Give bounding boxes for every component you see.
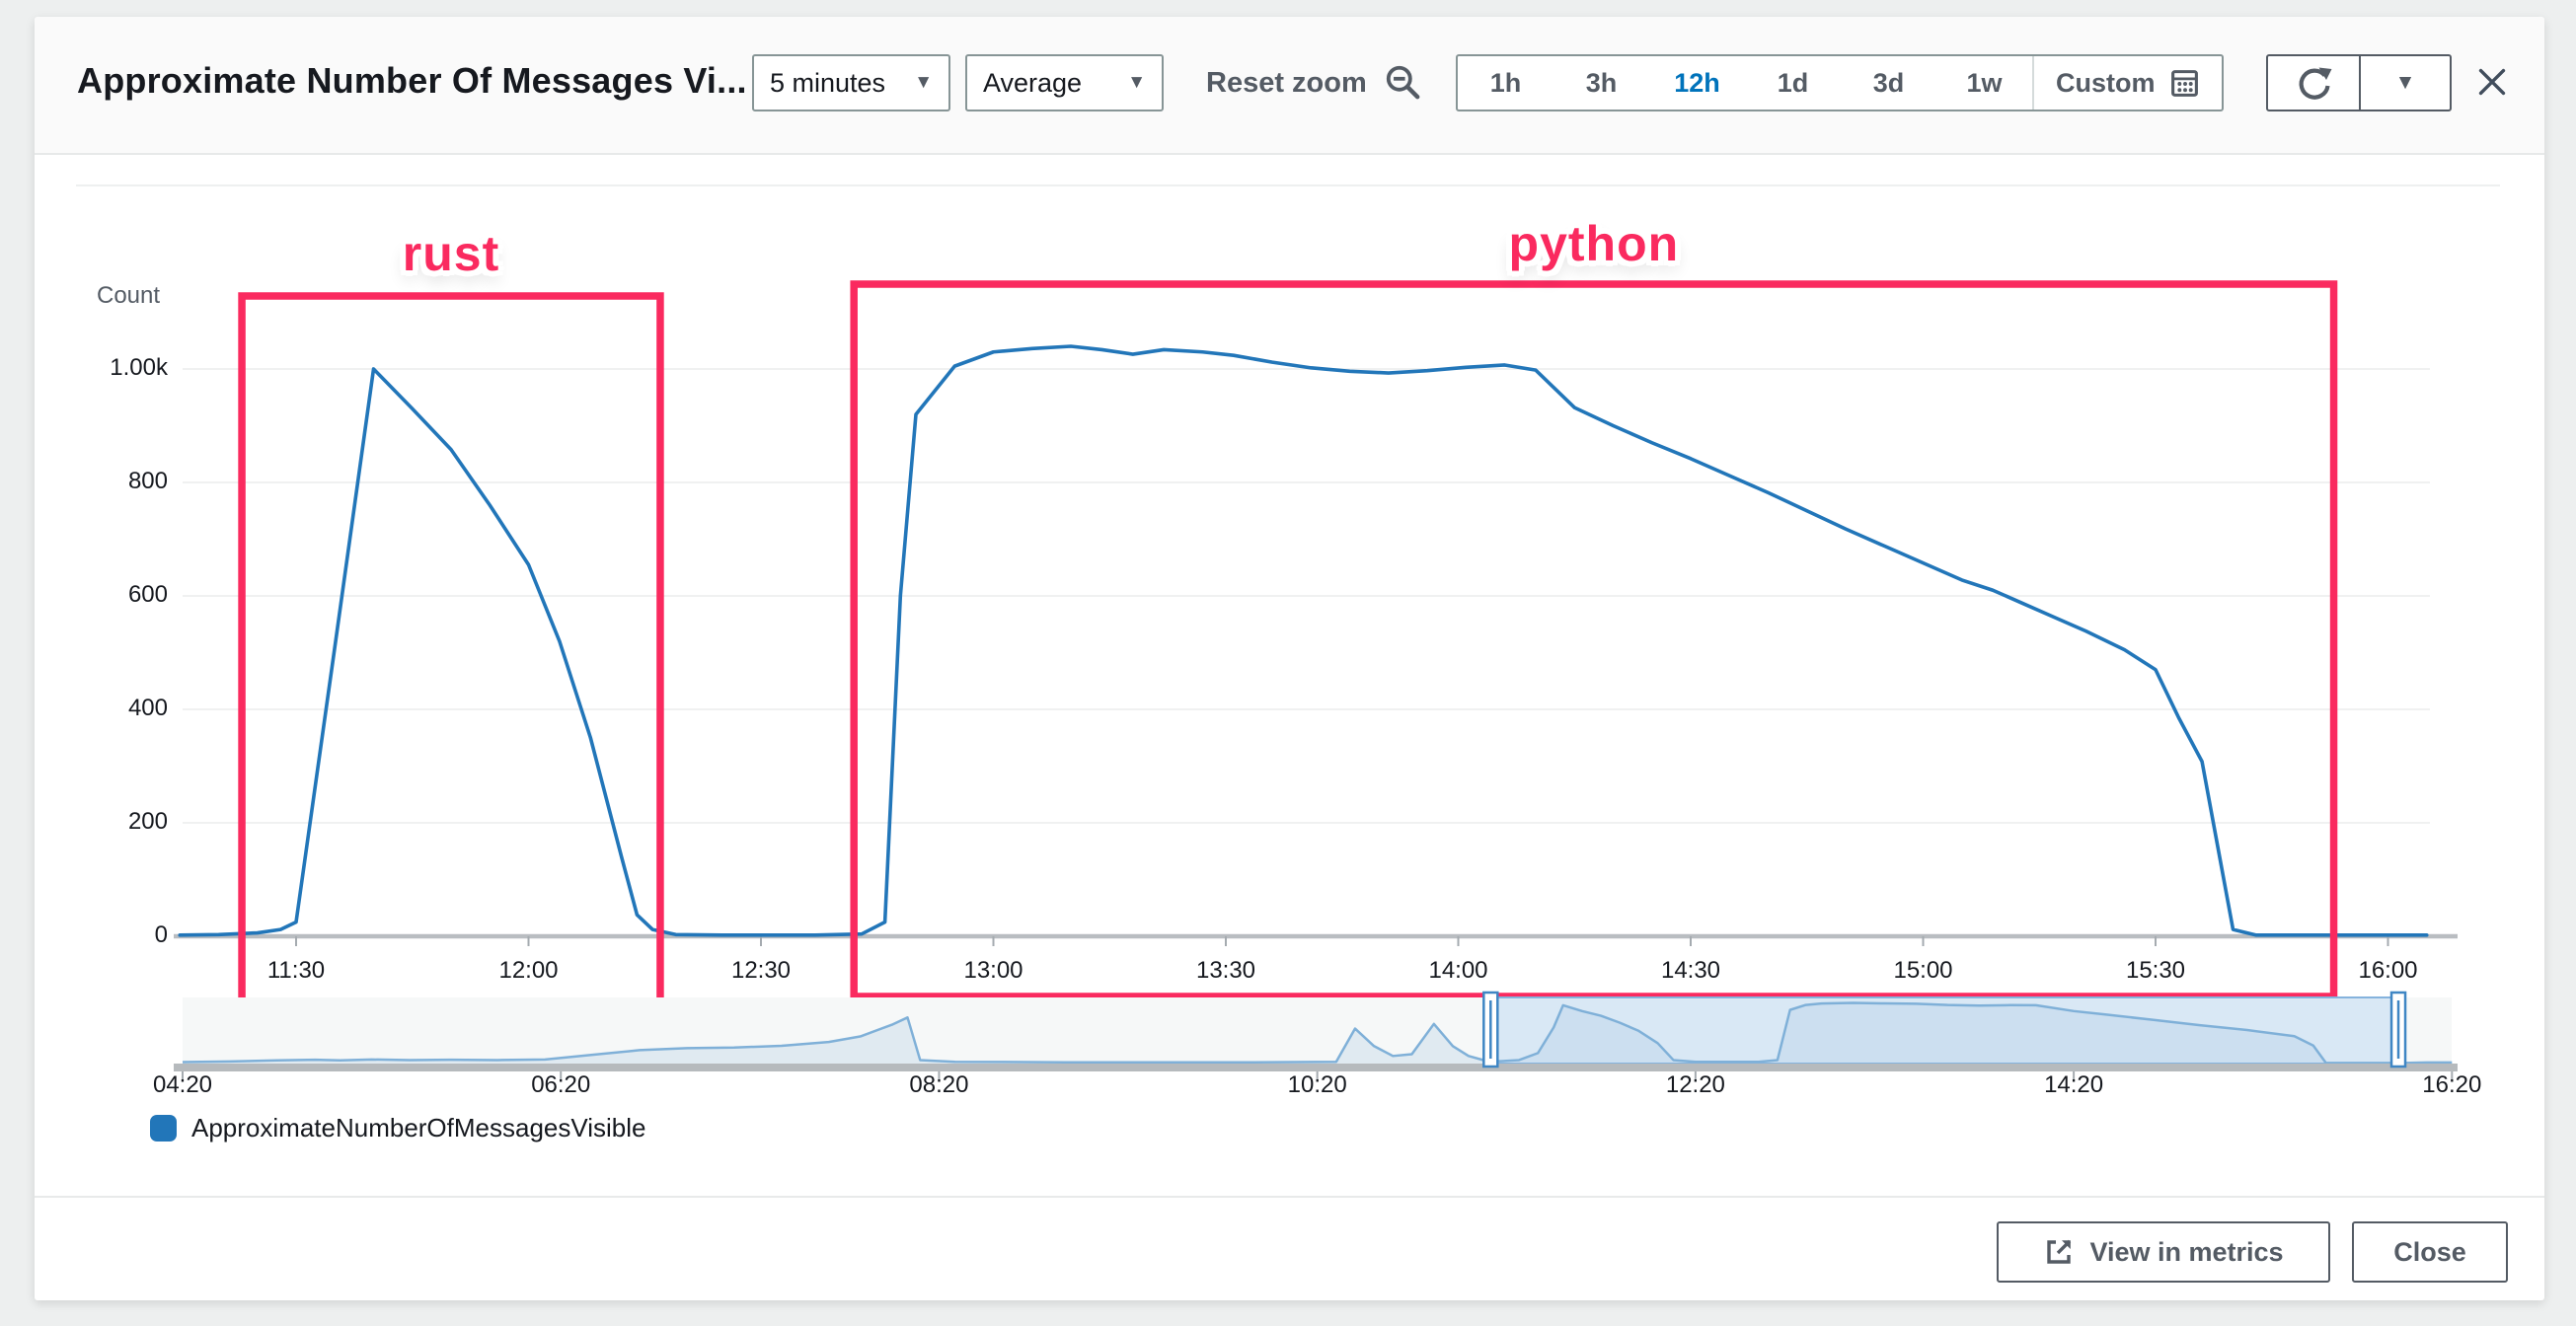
- refresh-button[interactable]: [2266, 54, 2361, 111]
- reset-zoom-label: Reset zoom: [1206, 67, 1367, 100]
- legend-label: ApproximateNumberOfMessagesVisible: [191, 1113, 646, 1143]
- metric-dialog: Approximate Number Of Messages Vi... 5 m…: [35, 17, 2544, 1300]
- external-link-icon: [2043, 1236, 2075, 1268]
- zoom-out-icon: [1383, 62, 1424, 104]
- dialog-header: Approximate Number Of Messages Vi... 5 m…: [35, 17, 2544, 155]
- refresh-icon: [2292, 61, 2335, 105]
- view-in-metrics-button[interactable]: View in metrics: [1997, 1221, 2330, 1283]
- brush-handle-left[interactable]: [1483, 993, 1497, 1067]
- chevron-down-icon: ▼: [914, 72, 933, 94]
- time-range-3d[interactable]: 3d: [1841, 56, 1936, 110]
- legend-color-swatch: [150, 1115, 177, 1142]
- close-button[interactable]: Close: [2352, 1221, 2508, 1283]
- time-range-1d[interactable]: 1d: [1745, 56, 1841, 110]
- reset-zoom-button[interactable]: Reset zoom: [1206, 54, 1424, 111]
- calendar-icon: [2169, 68, 2200, 99]
- time-range-selector: 1h3h12h1d3d1w Custom: [1456, 54, 2224, 111]
- legend-item[interactable]: ApproximateNumberOfMessagesVisible: [150, 1113, 646, 1143]
- time-range-options: 1h3h12h1d3d1w: [1458, 56, 2032, 110]
- custom-range-button[interactable]: Custom: [2034, 56, 2222, 110]
- custom-range-label: Custom: [2056, 68, 2156, 99]
- period-dropdown-value: 5 minutes: [770, 68, 885, 99]
- brush-handle-right[interactable]: [2391, 993, 2405, 1067]
- statistic-dropdown[interactable]: Average ▼: [965, 54, 1164, 111]
- time-range-12h[interactable]: 12h: [1649, 56, 1745, 110]
- time-range-3h[interactable]: 3h: [1553, 56, 1649, 110]
- chevron-down-icon: ▼: [1127, 72, 1146, 94]
- view-in-metrics-label: View in metrics: [2089, 1237, 2283, 1268]
- close-button-label: Close: [2393, 1237, 2466, 1268]
- chevron-down-icon: ▼: [2395, 71, 2416, 95]
- dialog-title: Approximate Number Of Messages Vi...: [77, 60, 747, 102]
- statistic-dropdown-value: Average: [983, 68, 1082, 99]
- divider: [76, 184, 2500, 186]
- brush-selection[interactable]: [1490, 997, 2398, 1064]
- close-icon[interactable]: [2468, 58, 2516, 106]
- time-range-1w[interactable]: 1w: [1936, 56, 2032, 110]
- period-dropdown[interactable]: 5 minutes ▼: [752, 54, 950, 111]
- divider: [35, 1196, 2544, 1198]
- refresh-options-button[interactable]: ▼: [2359, 54, 2452, 111]
- time-range-1h[interactable]: 1h: [1458, 56, 1553, 110]
